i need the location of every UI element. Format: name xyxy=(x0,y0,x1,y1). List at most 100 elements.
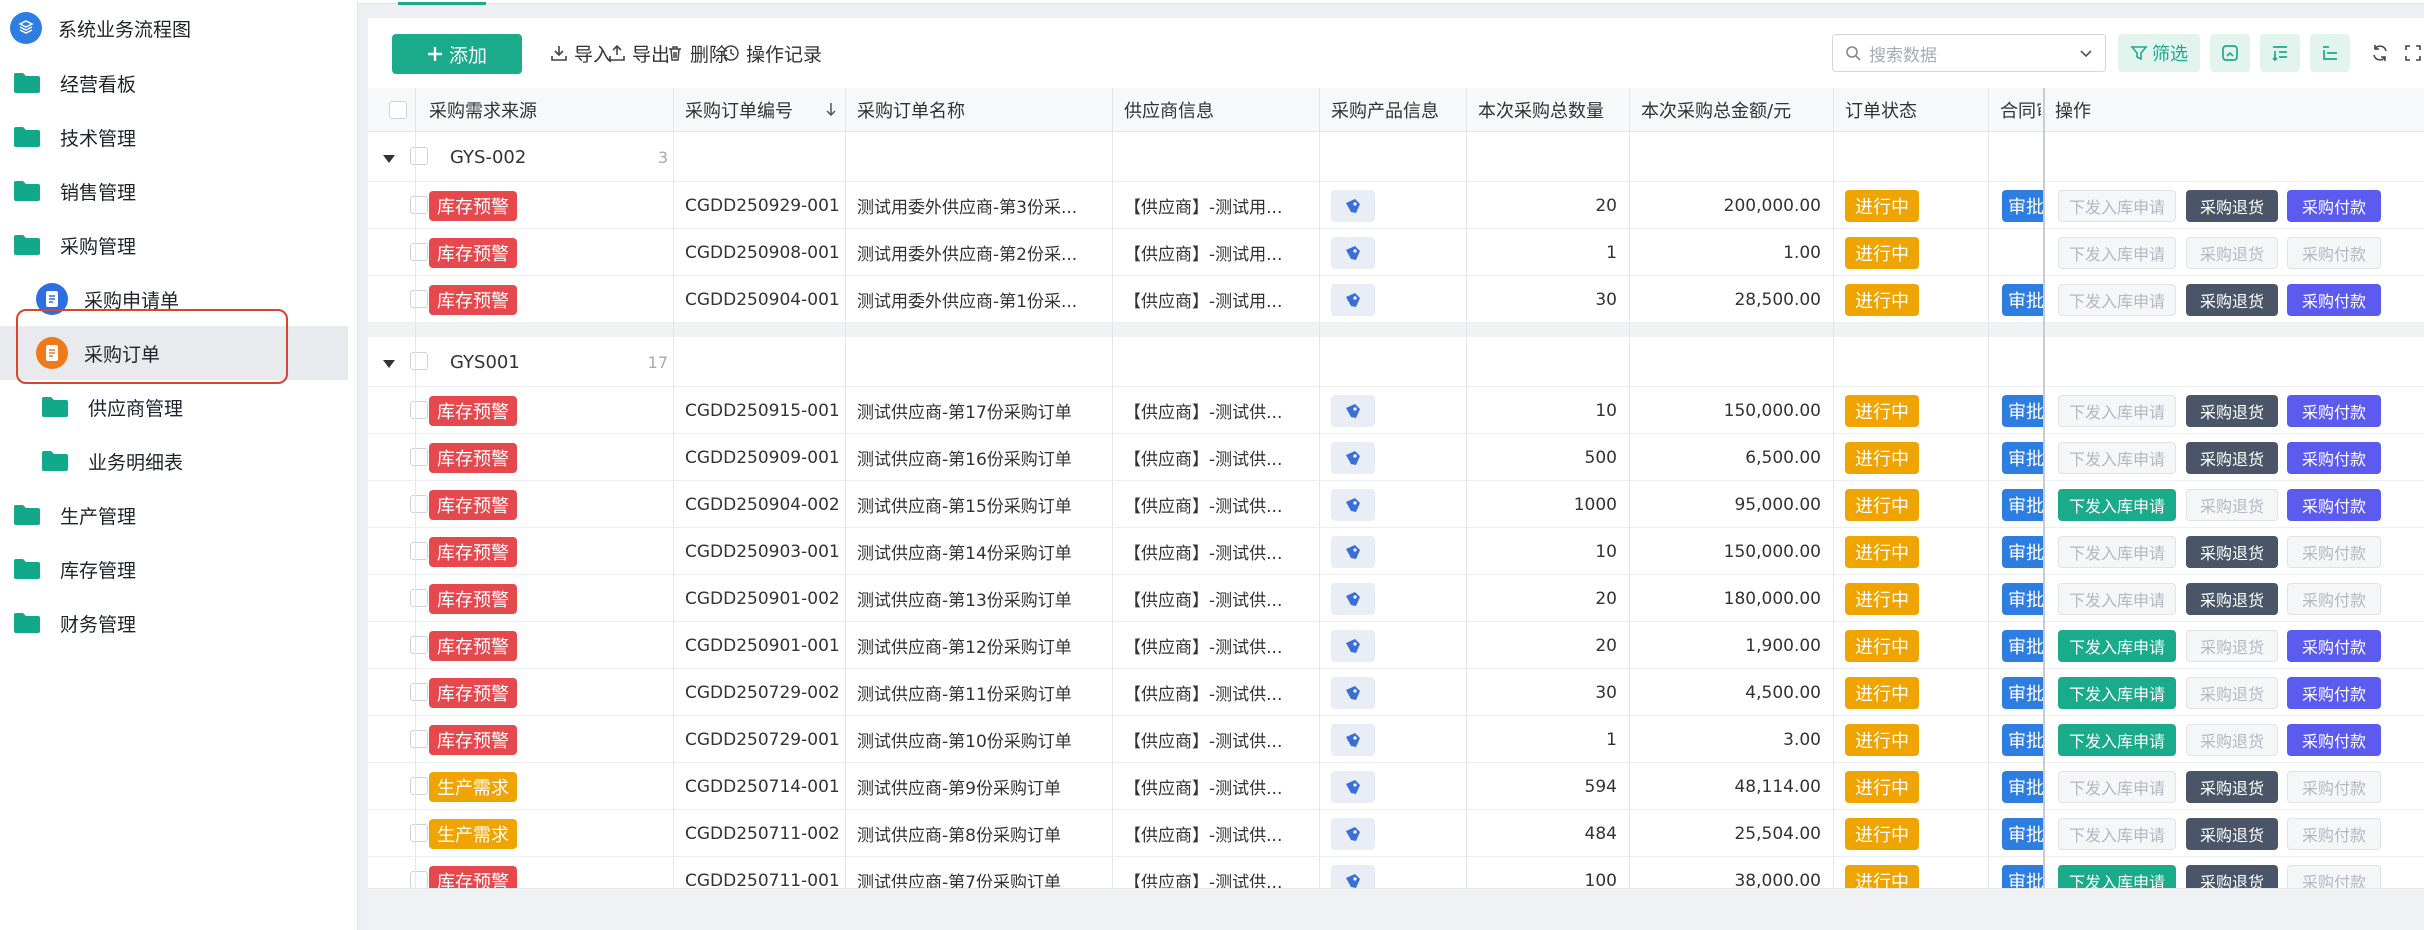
column-header[interactable]: 合同审批 xyxy=(2000,88,2041,132)
column-header[interactable]: 订单状态 xyxy=(1845,88,1984,132)
sidebar-item[interactable]: 生产管理 xyxy=(0,488,358,542)
import-button[interactable]: 导入 xyxy=(550,18,612,88)
order-code: CGDD250711-002 xyxy=(685,823,840,844)
row-checkbox[interactable] xyxy=(410,871,428,889)
order-code: CGDD250903-001 xyxy=(685,541,840,562)
sidebar-item-label: 销售管理 xyxy=(60,181,137,204)
product-info-button[interactable] xyxy=(1331,582,1375,615)
product-info-button[interactable] xyxy=(1331,629,1375,662)
fullscreen-button[interactable] xyxy=(2402,34,2424,72)
product-info-button[interactable] xyxy=(1331,236,1375,269)
refresh-button[interactable] xyxy=(2360,34,2400,72)
product-info-button[interactable] xyxy=(1331,283,1375,316)
sidebar-item[interactable]: 系统业务流程图 xyxy=(0,1,358,55)
contract-approval: 审批通过 xyxy=(2002,276,2043,323)
group-count: 3 xyxy=(657,147,668,167)
column-header[interactable]: 采购订单编号 xyxy=(685,88,841,132)
row-checkbox[interactable] xyxy=(410,777,428,795)
order-code: CGDD250929-001 xyxy=(685,195,840,216)
status-badge: 进行中 xyxy=(1845,723,1919,756)
source-cell: 库存预警 xyxy=(429,528,517,575)
collapse-triangle-icon[interactable] xyxy=(382,355,396,374)
filter-label: 筛选 xyxy=(2152,44,2188,65)
product-info-button[interactable] xyxy=(1331,394,1375,427)
contract-approval: 审批通过 xyxy=(2002,669,2043,716)
collapse-triangle-icon[interactable] xyxy=(382,150,396,169)
product-info-button[interactable] xyxy=(1331,441,1375,474)
search-input[interactable]: 搜索数据 xyxy=(1832,34,2106,72)
product-info-button[interactable] xyxy=(1331,723,1375,756)
row-checkbox[interactable] xyxy=(410,196,428,214)
row-checkbox[interactable] xyxy=(410,243,428,261)
product-info-button[interactable] xyxy=(1331,770,1375,803)
column-header[interactable]: 供应商信息 xyxy=(1124,88,1315,132)
supplier-info: 【供应商】-测试供... xyxy=(1124,826,1283,846)
column-header[interactable]: 本次采购总数量 xyxy=(1478,88,1625,132)
delete-button[interactable]: 删除 xyxy=(666,18,728,88)
plus-icon xyxy=(427,47,442,61)
group-checkbox[interactable] xyxy=(410,147,428,165)
column-header[interactable]: 采购订单名称 xyxy=(857,88,1108,132)
sort-arrow-icon[interactable] xyxy=(825,100,837,121)
row-checkbox[interactable] xyxy=(410,401,428,419)
product-info xyxy=(1331,810,1375,857)
contract-approval: 审批通过 xyxy=(2002,575,2043,622)
status-badge: 进行中 xyxy=(1845,283,1919,316)
sidebar-item[interactable]: 财务管理 xyxy=(0,596,358,650)
row-checkbox[interactable] xyxy=(410,589,428,607)
source-cell: 库存预警 xyxy=(429,575,517,622)
order-code: CGDD250904-001 xyxy=(685,289,840,310)
operation-log-button[interactable]: 操作记录 xyxy=(722,18,822,88)
row-checkbox[interactable] xyxy=(410,290,428,308)
quantity: 500 xyxy=(1584,447,1617,468)
supplier-info: 【供应商】-测试供... xyxy=(1124,685,1283,705)
column-header[interactable]: 本次采购总金额/元 xyxy=(1641,88,1829,132)
row-checkbox[interactable] xyxy=(410,495,428,513)
view-button[interactable] xyxy=(2210,34,2250,72)
row-checkbox[interactable] xyxy=(410,730,428,748)
product-info-button[interactable] xyxy=(1331,488,1375,521)
order-name: 测试供应商-第15份采购订单 xyxy=(857,497,1072,517)
sidebar-item[interactable]: 经营看板 xyxy=(0,56,358,110)
contract-approval: 审批通过 xyxy=(2002,387,2043,434)
sidebar-item-label: 业务明细表 xyxy=(88,451,184,474)
contract-approval: 审批通过 xyxy=(2002,810,2043,857)
column-header[interactable]: 采购产品信息 xyxy=(1331,88,1462,132)
approval-badge: 审批通过 xyxy=(2002,770,2043,803)
group-checkbox[interactable] xyxy=(410,352,428,370)
status-badge: 进行中 xyxy=(1845,488,1919,521)
order-code: CGDD250904-002 xyxy=(685,494,840,515)
order-name: 测试用委外供应商-第2份采... xyxy=(857,245,1078,265)
select-all-checkbox[interactable] xyxy=(389,101,407,119)
product-info-button[interactable] xyxy=(1331,676,1375,709)
sidebar-item[interactable]: 供应商管理 xyxy=(0,380,358,434)
row-checkbox[interactable] xyxy=(410,542,428,560)
status-badge: 进行中 xyxy=(1845,629,1919,662)
row-checkbox[interactable] xyxy=(410,683,428,701)
source-tag: 库存预警 xyxy=(429,395,517,426)
add-button[interactable]: 添加 xyxy=(392,34,522,74)
column-header[interactable]: 采购需求来源 xyxy=(429,88,669,132)
sidebar-item[interactable]: 业务明细表 xyxy=(0,434,358,488)
product-info-button[interactable] xyxy=(1331,189,1375,222)
row-checkbox[interactable] xyxy=(410,448,428,466)
sort-button[interactable] xyxy=(2260,34,2300,72)
group-button[interactable] xyxy=(2310,34,2350,72)
filter-button[interactable]: 筛选 xyxy=(2118,34,2200,72)
chevron-down-icon xyxy=(2080,50,2092,58)
status-badge: 进行中 xyxy=(1845,535,1919,568)
row-checkbox[interactable] xyxy=(410,636,428,654)
folder-icon xyxy=(38,448,72,474)
sidebar-item[interactable]: 销售管理 xyxy=(0,164,358,218)
folder-icon xyxy=(10,70,44,96)
sidebar-item[interactable]: 技术管理 xyxy=(0,110,358,164)
sidebar-item[interactable]: 库存管理 xyxy=(0,542,358,596)
supplier-info: 【供应商】-测试用... xyxy=(1124,292,1283,312)
contract-approval: 审批通过 xyxy=(2002,716,2043,763)
product-info-button[interactable] xyxy=(1331,817,1375,850)
approval-badge: 审批通过 xyxy=(2002,283,2043,316)
row-checkbox[interactable] xyxy=(410,824,428,842)
export-button[interactable]: 导出 xyxy=(608,18,670,88)
product-info-button[interactable] xyxy=(1331,535,1375,568)
sidebar-item[interactable]: 采购管理 xyxy=(0,218,358,272)
